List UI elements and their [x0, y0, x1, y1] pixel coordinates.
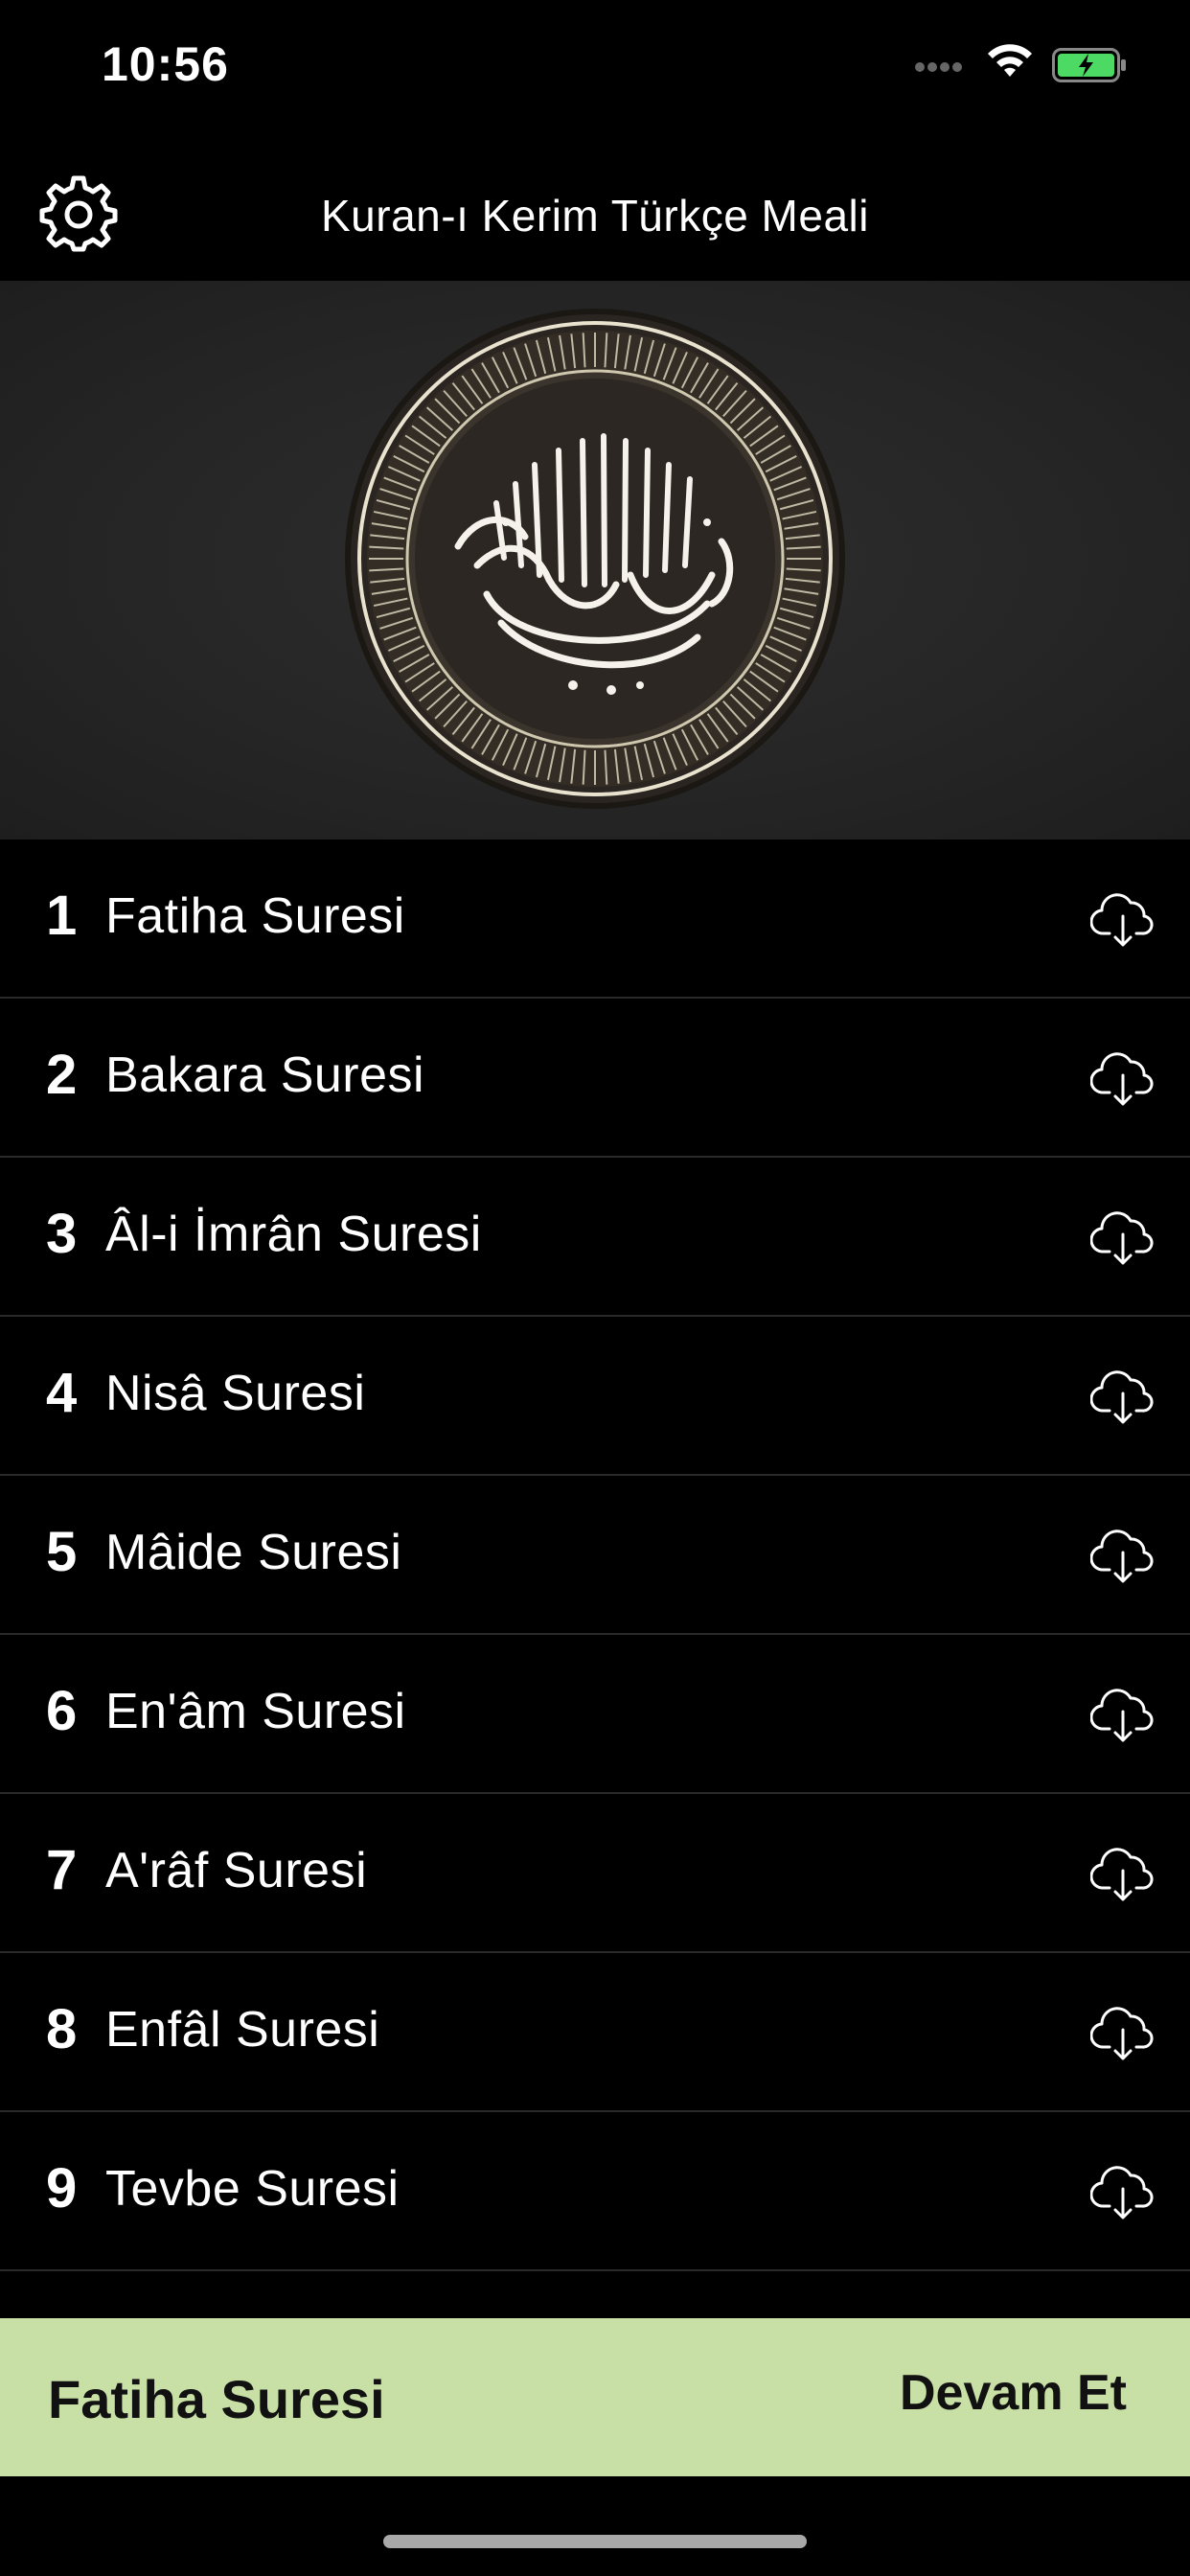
battery-charging-icon [1052, 48, 1126, 82]
surah-name: En'âm Suresi [105, 1684, 406, 1739]
signal-dots-icon [915, 59, 973, 79]
surah-name: Nisâ Suresi [105, 1366, 366, 1421]
list-item[interactable]: 4 Nisâ Suresi [0, 1317, 1190, 1476]
bismillah-emblem [345, 309, 845, 809]
surah-name: Tevbe Suresi [105, 2161, 400, 2217]
cloud-download-icon[interactable] [1090, 1842, 1156, 1903]
cloud-download-icon[interactable] [1090, 2160, 1156, 2221]
surah-number: 7 [46, 1839, 78, 1901]
surah-number: 4 [46, 1362, 78, 1424]
list-item[interactable]: 2 Bakara Suresi [0, 999, 1190, 1158]
list-item[interactable]: 3 Âl-i İmrân Suresi [0, 1158, 1190, 1317]
cloud-download-icon[interactable] [1090, 1683, 1156, 1744]
cloud-download-icon[interactable] [1090, 1524, 1156, 1585]
list-item[interactable]: 9 Tevbe Suresi [0, 2112, 1190, 2271]
cloud-download-icon[interactable] [1090, 1206, 1156, 1267]
gear-icon[interactable] [38, 172, 119, 253]
wifi-icon [988, 44, 1032, 77]
page-title: Kuran-ı Kerim Türkçe Meali [321, 191, 869, 241]
surah-number: 6 [46, 1680, 78, 1742]
surah-name: Mâide Suresi [105, 1525, 402, 1580]
cloud-download-icon[interactable] [1090, 2001, 1156, 2062]
cloud-download-icon[interactable] [1090, 1046, 1156, 1108]
status-bar: 10:56 [0, 0, 1190, 134]
surah-name: A'râf Suresi [105, 1843, 368, 1898]
continue-reading-bar[interactable]: Fatiha Suresi Devam Et [0, 2318, 1190, 2476]
surah-number: 8 [46, 1998, 78, 2060]
list-item[interactable]: 8 Enfâl Suresi [0, 1953, 1190, 2112]
list-item[interactable]: 1 Fatiha Suresi [0, 840, 1190, 999]
surah-number: 3 [46, 1203, 78, 1265]
surah-name: Bakara Suresi [105, 1047, 425, 1103]
surah-name: Enfâl Suresi [105, 2002, 380, 2058]
continue-button[interactable]: Devam Et [900, 2364, 1127, 2422]
surah-number: 9 [46, 2157, 78, 2220]
status-time: 10:56 [102, 37, 229, 91]
cloud-download-icon[interactable] [1090, 887, 1156, 949]
surah-name: Âl-i İmrân Suresi [105, 1207, 482, 1262]
current-surah-label: Fatiha Suresi [48, 2369, 385, 2429]
cloud-download-icon[interactable] [1090, 1365, 1156, 1426]
surah-number: 2 [46, 1044, 78, 1106]
home-indicator[interactable] [383, 2535, 807, 2548]
nav-bar: Kuran-ı Kerim Türkçe Meali [0, 134, 1190, 281]
list-item[interactable]: 10 [0, 2271, 1190, 2318]
list-item[interactable]: 5 Mâide Suresi [0, 1476, 1190, 1635]
list-item[interactable]: 6 En'âm Suresi [0, 1635, 1190, 1794]
list-item[interactable]: 7 A'râf Suresi [0, 1794, 1190, 1953]
surah-number: 5 [46, 1521, 78, 1583]
header-banner [0, 281, 1190, 840]
surah-number: 1 [46, 885, 78, 947]
surah-list[interactable]: 1 Fatiha Suresi 2 Bakara Suresi 3 Âl-i İ… [0, 840, 1190, 2318]
surah-name: Fatiha Suresi [105, 888, 405, 944]
